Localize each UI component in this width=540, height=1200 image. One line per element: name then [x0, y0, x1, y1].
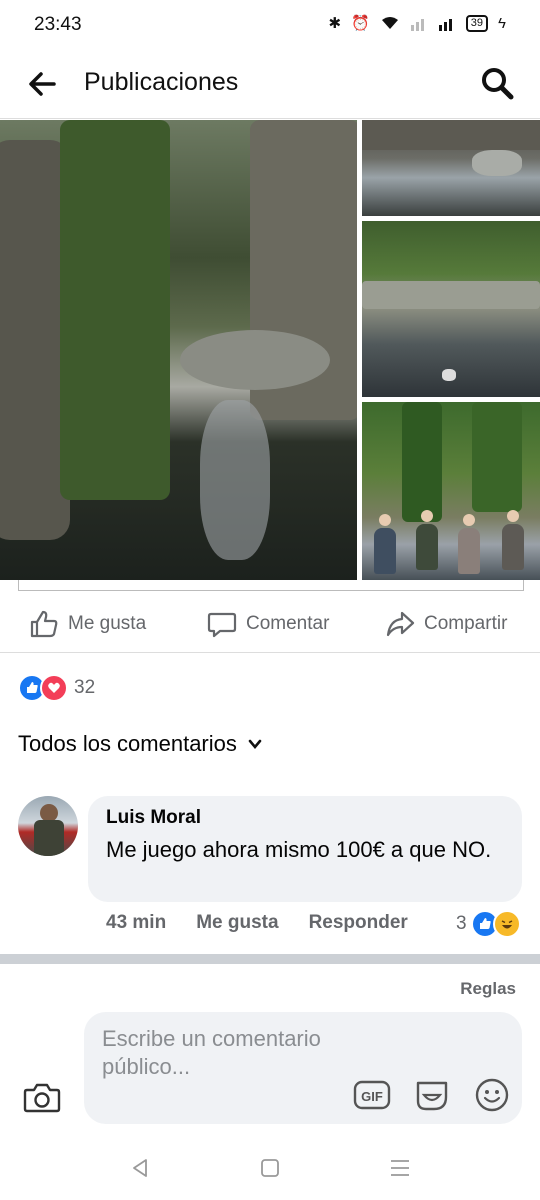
comments-filter-label: Todos los comentarios — [18, 731, 237, 756]
signal-icon-1 — [410, 19, 424, 31]
status-time: 23:43 — [34, 14, 82, 35]
status-bar: 23:43 ✱ ⏰ 39 ϟ — [0, 0, 540, 52]
wifi-icon — [381, 17, 398, 29]
comment-text: Me juego ahora mismo 100€ a que NO. — [106, 837, 492, 862]
search-icon[interactable] — [478, 64, 516, 102]
comment-button[interactable]: Comentar — [206, 608, 329, 640]
comments-filter-dropdown[interactable]: Todos los comentarios — [18, 731, 263, 757]
status-icons: ✱ ⏰ 39 ϟ — [329, 14, 506, 32]
back-arrow-icon[interactable] — [24, 66, 60, 102]
comment-label: Comentar — [246, 613, 330, 634]
charging-icon: ϟ — [498, 14, 506, 32]
photo-frame-edge — [18, 580, 524, 591]
rules-link[interactable]: Reglas — [460, 979, 516, 999]
share-label: Compartir — [424, 613, 508, 634]
post-photo-4[interactable] — [362, 402, 540, 580]
comment-reaction-count: 3 — [456, 913, 467, 934]
nav-back-icon[interactable] — [128, 1156, 152, 1180]
post-photo-main[interactable] — [0, 120, 357, 580]
post-photo-2[interactable] — [362, 120, 540, 216]
haha-reaction-icon — [492, 910, 521, 938]
comment-icon — [207, 612, 237, 638]
comment-meta: 43 min Me gusta Responder — [106, 912, 408, 934]
avatar[interactable] — [18, 796, 78, 856]
share-button[interactable]: Compartir — [384, 608, 507, 640]
page-title: Publicaciones — [84, 68, 239, 96]
post-photo-grid — [0, 120, 540, 582]
comment-reply-button[interactable]: Responder — [309, 912, 408, 934]
emoji-icon[interactable] — [472, 1075, 512, 1115]
nav-menu-icon[interactable] — [388, 1156, 412, 1180]
reaction-count: 32 — [74, 677, 96, 698]
system-nav-bar — [0, 1140, 540, 1200]
camera-icon[interactable] — [22, 1078, 62, 1118]
like-button[interactable]: Me gusta — [28, 608, 146, 640]
comment-time: 43 min — [106, 912, 167, 933]
signal-icon-2 — [438, 19, 452, 31]
app-header: Publicaciones — [0, 52, 540, 119]
bluetooth-icon: ✱ — [328, 15, 342, 32]
sticker-icon[interactable] — [412, 1075, 452, 1115]
thumbs-up-icon — [30, 610, 58, 638]
section-divider — [0, 954, 540, 964]
post-action-bar: Me gusta Comentar Compartir — [0, 598, 540, 653]
svg-text:GIF: GIF — [361, 1089, 383, 1104]
like-label: Me gusta — [68, 613, 147, 634]
share-icon — [386, 611, 415, 637]
battery-indicator: 39 — [465, 14, 489, 32]
gif-icon[interactable]: GIF — [352, 1075, 392, 1115]
post-photo-3[interactable] — [362, 221, 540, 397]
comment-input-placeholder[interactable]: Escribe un comentario público... — [102, 1025, 342, 1081]
comment-reactions[interactable]: 3 — [456, 910, 521, 938]
comment-like-button[interactable]: Me gusta — [196, 912, 278, 934]
love-reaction-icon — [40, 674, 68, 702]
chevron-down-icon — [248, 739, 262, 750]
comment-author[interactable]: Luis Moral — [106, 807, 201, 829]
reaction-summary[interactable]: 32 — [18, 674, 95, 702]
alarm-icon: ⏰ — [351, 15, 370, 32]
nav-home-icon[interactable] — [258, 1156, 282, 1180]
